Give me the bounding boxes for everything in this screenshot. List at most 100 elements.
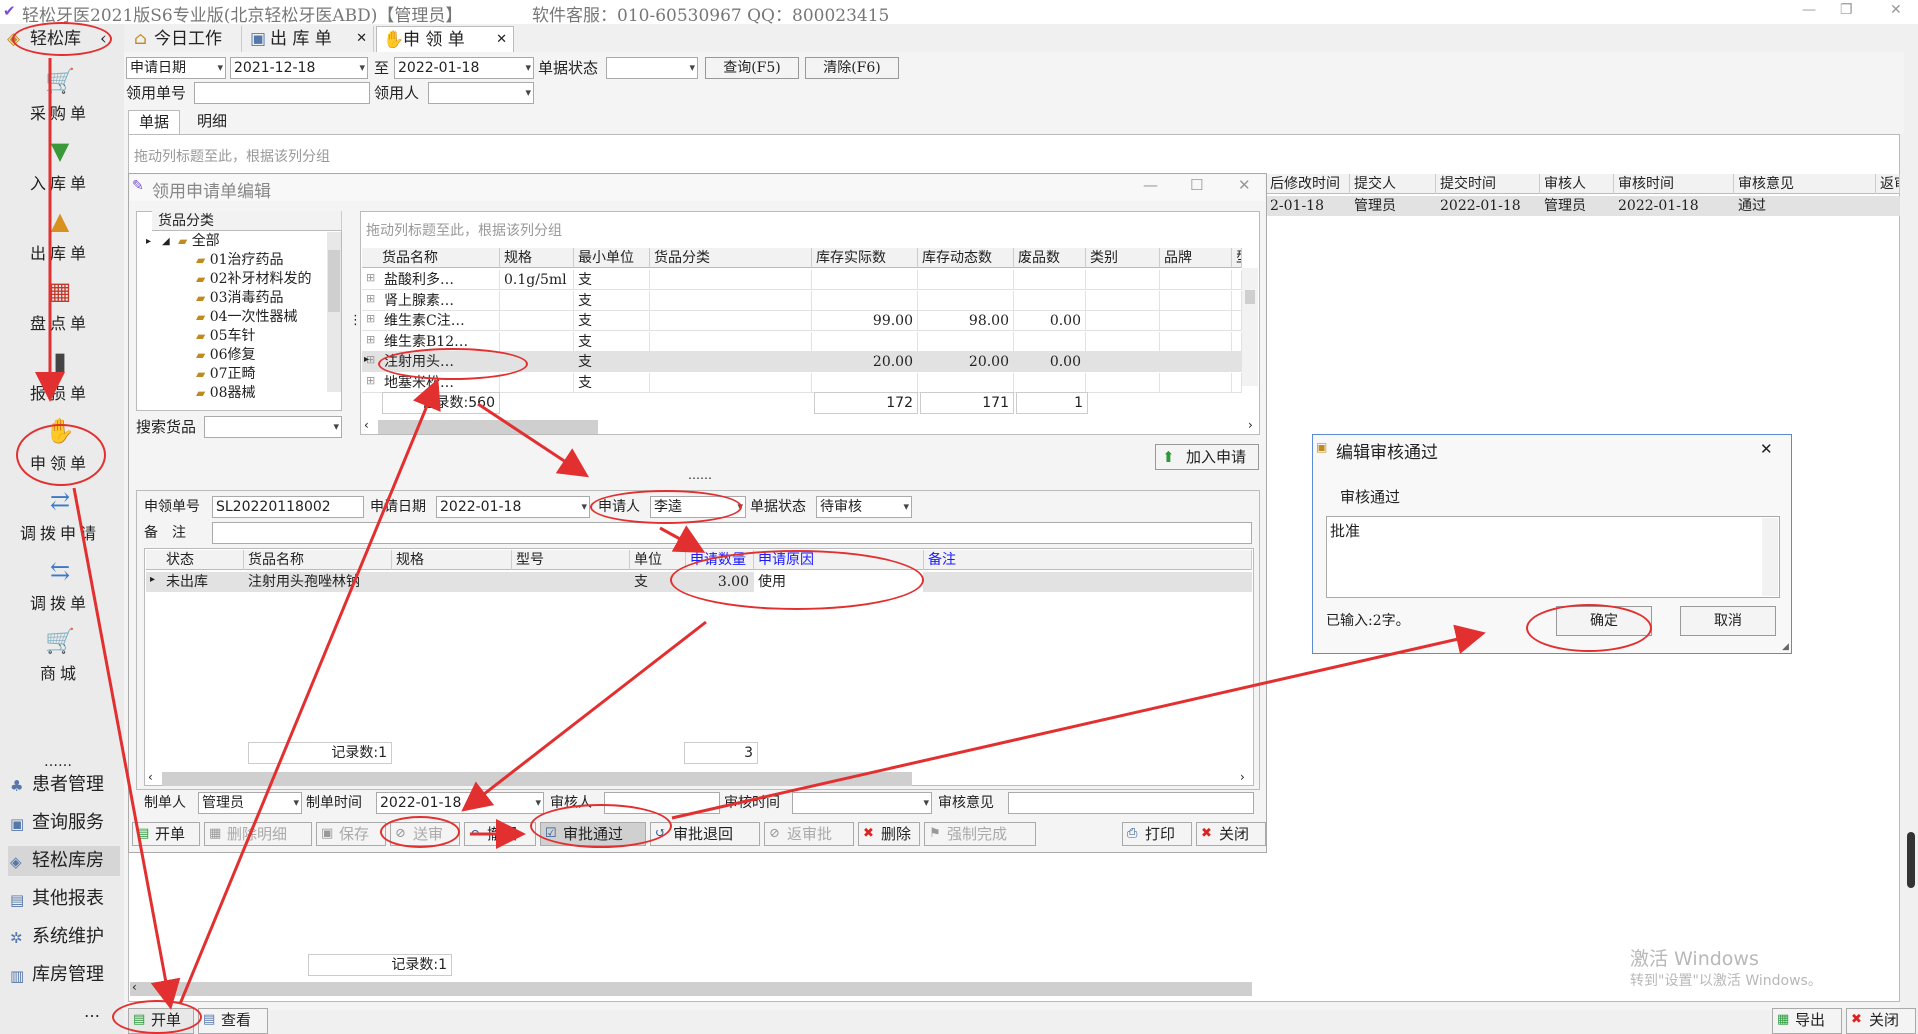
tree-collapse-icon[interactable]: ◢ <box>162 236 170 247</box>
main-grid-cell[interactable]: 2-01-18 <box>1266 196 1350 216</box>
sidebar-item[interactable]: ✋ 申领单 <box>8 412 112 478</box>
close-tab-icon[interactable]: ✕ <box>356 26 367 52</box>
footer-new-button[interactable]: ▤ 开单 <box>128 1008 194 1034</box>
sidebar-item[interactable]: ▦ 盘点单 <box>8 272 112 338</box>
main-grid-col-header[interactable]: 返审 <box>1876 174 1900 194</box>
category-node[interactable]: ▰ 01治疗药品 <box>196 252 284 269</box>
goods-cell[interactable]: 支 <box>574 331 650 352</box>
sidebar-group[interactable]: ▣ 查询服务 <box>8 808 120 838</box>
goods-cell[interactable] <box>1160 290 1232 311</box>
detail-col-header[interactable]: 型号 <box>512 550 630 570</box>
main-grid-cell[interactable]: 管理员 <box>1540 196 1614 216</box>
goods-cell[interactable] <box>1014 372 1086 393</box>
date-from-input[interactable]: 2021-12-18 <box>230 57 368 79</box>
goods-scroll-left-icon[interactable]: ‹ <box>364 418 369 432</box>
sidebar-item[interactable]: 🛒 采购单 <box>8 62 112 128</box>
toolbar-button[interactable]: ⚑ 强制完成 <box>924 822 1036 846</box>
expand-row-icon[interactable]: ⊞ <box>366 292 375 305</box>
goods-cell[interactable]: 99.00 <box>812 311 918 331</box>
footer-view-button[interactable]: ▤ 查看 <box>198 1008 268 1034</box>
goods-cell[interactable] <box>1232 352 1242 372</box>
goods-cell[interactable] <box>1232 290 1242 311</box>
goods-cell[interactable] <box>812 331 918 352</box>
goods-col-header[interactable]: 规格 <box>500 248 574 268</box>
main-grid-col-header[interactable]: 后修改时间 <box>1266 174 1350 194</box>
toolbar-button[interactable]: ⎙ 打印 <box>1122 822 1192 846</box>
main-grid-cell[interactable]: 管理员 <box>1350 196 1436 216</box>
goods-cell[interactable]: 20.00 <box>812 352 918 372</box>
close-window-icon[interactable]: ✕ <box>1890 2 1902 18</box>
detail-col-header[interactable]: 备注 <box>924 550 1252 570</box>
goods-cell[interactable] <box>1232 331 1242 352</box>
tab-requisition[interactable]: ✋ 申 领 单 ✕ <box>376 26 514 52</box>
detail-col-header[interactable]: 规格 <box>392 550 512 570</box>
goods-cell[interactable] <box>500 311 574 331</box>
sidebar-group[interactable]: ♣ 患者管理 <box>8 770 120 800</box>
goods-col-header[interactable]: 类别 <box>1086 248 1160 268</box>
goods-cell[interactable] <box>1086 311 1160 331</box>
close-tab-icon[interactable]: ✕ <box>496 27 507 53</box>
category-node[interactable]: ▰ 03消毒药品 <box>196 290 284 307</box>
make-time-select[interactable]: 2022-01-18 <box>376 792 544 814</box>
goods-cell[interactable]: 肾上腺素… <box>380 290 500 311</box>
subtab-document[interactable]: 单据 <box>128 110 180 134</box>
detail-cell[interactable] <box>512 572 630 592</box>
add-request-button[interactable]: ⬆ 加入申请 <box>1155 444 1259 470</box>
goods-v-scrollbar[interactable] <box>1242 268 1258 386</box>
detail-col-header[interactable]: 申请数量 <box>686 550 754 570</box>
goods-cell[interactable] <box>500 290 574 311</box>
splitter-horizontal[interactable]: …… <box>688 468 712 482</box>
toolbar-button[interactable]: ✖ 关闭 <box>1196 822 1266 846</box>
detail-cell[interactable] <box>392 572 512 592</box>
approval-textarea[interactable]: 批准 <box>1326 516 1780 598</box>
sidebar-item[interactable]: ⇆ 调拨单 <box>8 552 112 618</box>
goods-cell[interactable] <box>1160 270 1232 290</box>
status-filter-select[interactable] <box>606 57 698 79</box>
main-grid-cell[interactable]: 2022-01-18 <box>1614 196 1734 216</box>
goods-cell[interactable]: 98.00 <box>918 311 1014 331</box>
category-node[interactable]: ▰ 04一次性器械 <box>196 309 298 326</box>
toolbar-button[interactable]: ☑ 审批通过 <box>540 822 646 846</box>
user-select[interactable] <box>428 82 534 104</box>
textarea-scrollbar[interactable] <box>1762 518 1778 596</box>
expand-row-icon[interactable]: ⊞ <box>366 333 375 346</box>
goods-cell[interactable] <box>1232 311 1242 331</box>
expand-row-icon[interactable]: ⊞ <box>366 374 375 387</box>
toolbar-button[interactable]: ✖ 删除 <box>858 822 920 846</box>
detail-cell[interactable]: 3.00 <box>686 572 754 592</box>
goods-cell[interactable]: 维生素B12… <box>380 331 500 352</box>
sidebar-brand[interactable]: ◈ 轻松库 ‹ <box>4 26 116 52</box>
goods-cell[interactable] <box>1086 352 1160 372</box>
confirm-button[interactable]: 确定 <box>1556 606 1652 636</box>
detail-cell[interactable] <box>924 572 1252 592</box>
goods-cell[interactable] <box>650 270 812 290</box>
goods-cell[interactable] <box>1160 372 1232 393</box>
goods-col-header[interactable]: 最小单位 <box>574 248 650 268</box>
date-type-select[interactable]: 申请日期 <box>126 57 226 79</box>
goods-cell[interactable] <box>1232 270 1242 290</box>
toolbar-button[interactable]: ▣ 保存 <box>316 822 386 846</box>
goods-cell[interactable] <box>812 290 918 311</box>
goods-cell[interactable] <box>500 352 574 372</box>
resize-grip-icon[interactable]: ◢ <box>1782 642 1789 652</box>
goods-cell[interactable]: 支 <box>574 352 650 372</box>
goods-cell[interactable] <box>1086 270 1160 290</box>
toolbar-button[interactable]: ↶ 撤回 <box>464 822 536 846</box>
sidebar-item[interactable]: 🛒 商城 <box>8 622 112 688</box>
tab-today-work[interactable]: ⌂ 今日工作 <box>128 26 242 52</box>
category-node[interactable]: ▰ 08器械 <box>196 385 256 402</box>
goods-cell[interactable]: 支 <box>574 372 650 393</box>
main-grid-cell[interactable]: 通过 <box>1734 196 1876 216</box>
subtab-detail[interactable]: 明细 <box>186 110 238 134</box>
goods-cell[interactable] <box>918 290 1014 311</box>
goods-cell[interactable]: 20.00 <box>918 352 1014 372</box>
goods-cell[interactable] <box>918 372 1014 393</box>
sidebar-group[interactable]: ✲ 系统维护 <box>8 922 120 952</box>
goods-cell[interactable]: 支 <box>574 311 650 331</box>
dialog-close-icon[interactable]: ✕ <box>1760 440 1773 458</box>
maker-select[interactable]: 管理员 <box>198 792 302 814</box>
goods-cell[interactable]: 维生素C注… <box>380 311 500 331</box>
goods-cell[interactable] <box>1160 311 1232 331</box>
detail-cell[interactable]: 注射用头孢唑林钠 <box>244 572 392 592</box>
doc-status-select[interactable]: 待审核 <box>816 496 912 518</box>
